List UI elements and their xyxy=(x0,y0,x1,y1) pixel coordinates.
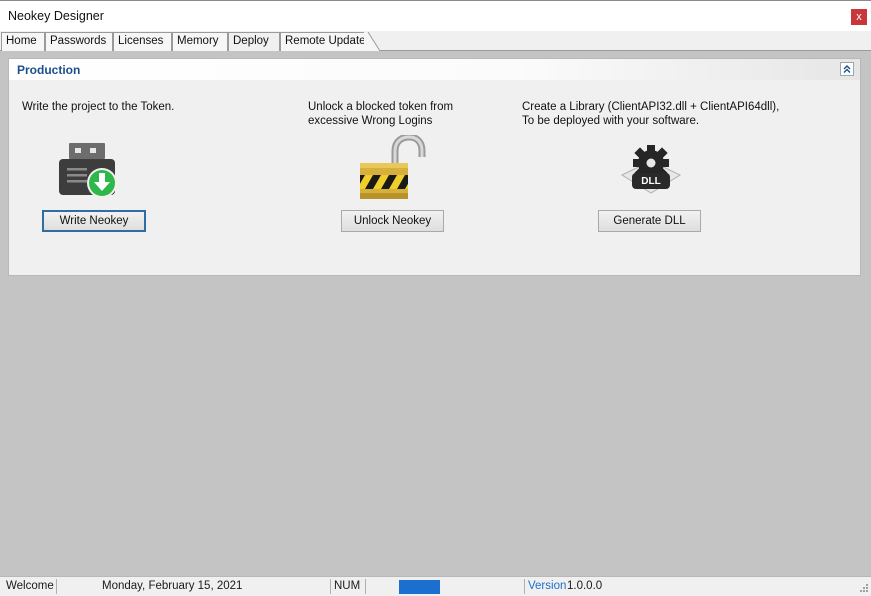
production-panel: Production Write the project to the Toke… xyxy=(8,58,861,276)
tab-passwords[interactable]: Passwords xyxy=(45,32,113,51)
write-description: Write the project to the Token. xyxy=(22,100,174,114)
tab-label: Memory xyxy=(177,35,219,47)
gear-icon xyxy=(620,145,682,194)
dll-label: DLL xyxy=(641,176,661,187)
description-line: Unlock a blocked token from xyxy=(308,101,454,113)
progress-fill xyxy=(399,580,440,594)
tab-licenses[interactable]: Licenses xyxy=(113,32,172,51)
status-separator xyxy=(56,579,57,594)
tab-home[interactable]: Home xyxy=(1,32,45,51)
usb-drive-download-icon xyxy=(59,143,117,198)
tab-label: Licenses xyxy=(118,35,164,47)
panel-title: Production xyxy=(17,63,81,77)
status-separator xyxy=(365,579,366,594)
tab-label: Passwords xyxy=(50,35,107,47)
description-line: Write the project to the Token. xyxy=(22,101,175,113)
open-padlock-icon xyxy=(360,135,426,199)
dll-gear-icon: DLL xyxy=(616,143,686,195)
tab-label: Remote Update xyxy=(285,35,366,47)
status-progress-bar xyxy=(399,580,440,594)
resize-grip-icon[interactable] xyxy=(858,582,868,592)
status-num: NUM xyxy=(334,580,361,592)
version-value: 1.0.0.0 xyxy=(567,580,603,592)
panel-header: Production xyxy=(9,59,860,80)
unlock-description: Unlock a blocked token from excessive Wr… xyxy=(308,100,453,128)
double-chevron-up-icon xyxy=(843,65,851,73)
title-bar: Neokey Designer x xyxy=(0,0,871,31)
tab-label: Deploy xyxy=(233,35,269,47)
description-line: To be deployed with your software. xyxy=(522,115,700,127)
tab-strip: Home Passwords Licenses Memory Deploy Re… xyxy=(0,31,871,52)
status-separator xyxy=(330,579,331,594)
collapse-button[interactable] xyxy=(840,62,854,76)
unlock-neokey-button[interactable]: Unlock Neokey xyxy=(341,210,444,232)
description-line: excessive Wrong Logins xyxy=(308,115,433,127)
status-bar: Welcome Monday, February 15, 2021 NUM Ve… xyxy=(0,576,871,596)
status-welcome: Welcome xyxy=(6,580,54,592)
description-line: Create a Library (ClientAPI32.dll + Clie… xyxy=(522,101,780,113)
status-separator xyxy=(524,579,525,594)
generate-dll-button[interactable]: Generate DLL xyxy=(598,210,701,232)
tab-label: Home xyxy=(6,35,37,47)
tab-memory[interactable]: Memory xyxy=(172,32,228,51)
tab-slant xyxy=(364,32,380,51)
status-date: Monday, February 15, 2021 xyxy=(102,580,243,592)
version-label: Version xyxy=(528,580,567,592)
main-area: Production Write the project to the Toke… xyxy=(0,51,871,576)
dll-description: Create a Library (ClientAPI32.dll + Clie… xyxy=(522,100,779,128)
close-button[interactable]: x xyxy=(851,9,867,25)
write-neokey-button[interactable]: Write Neokey xyxy=(42,210,146,232)
tab-deploy[interactable]: Deploy xyxy=(228,32,280,52)
tab-remote-update[interactable]: Remote Update xyxy=(280,32,380,51)
window-title: Neokey Designer xyxy=(8,9,104,23)
